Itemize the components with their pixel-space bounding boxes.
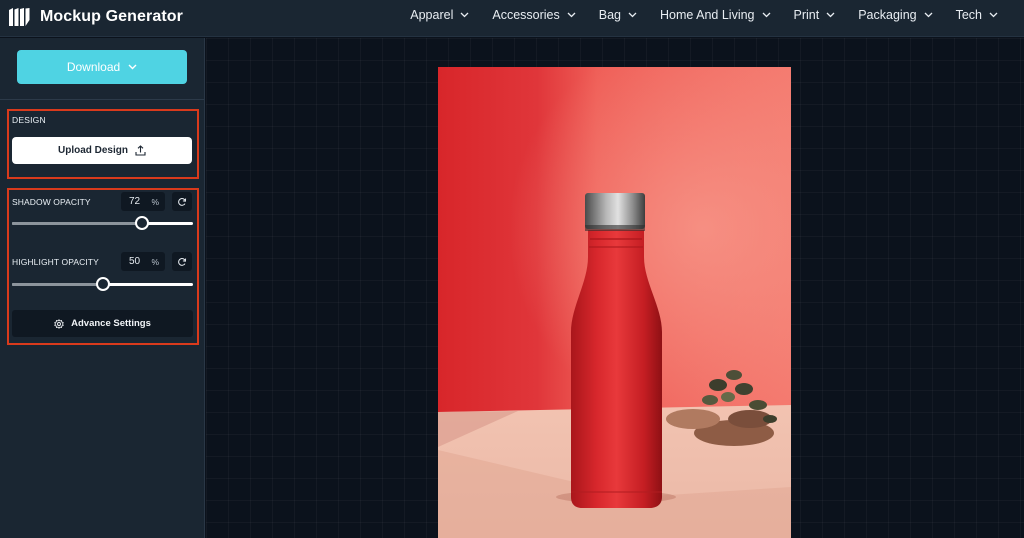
nav-item-label: Bag xyxy=(598,8,621,22)
nav-item-bag[interactable]: Bag xyxy=(599,8,637,22)
highlight-opacity-slider[interactable] xyxy=(12,277,193,291)
highlight-opacity-input[interactable]: 50 % xyxy=(121,252,165,271)
brand[interactable]: Mockup Generator xyxy=(9,6,183,28)
nav-item-print[interactable]: Print xyxy=(794,8,836,22)
design-section-label: DESIGN xyxy=(12,115,46,125)
gear-icon xyxy=(54,318,64,329)
download-label: Download xyxy=(66,60,121,74)
nav-item-label: Tech xyxy=(955,8,982,22)
red-water-bottle-photo xyxy=(438,67,791,538)
opacity-controls-panel: SHADOW OPACITY 72 % HIGHLIGHT OPACITY 50… xyxy=(7,188,199,345)
sidebar: Download DESIGN Upload Design SHADOW OPA… xyxy=(0,38,205,538)
upload-icon xyxy=(135,145,146,156)
shadow-opacity-unit: % xyxy=(151,196,159,207)
refresh-icon xyxy=(178,257,187,266)
app-title: Mockup Generator xyxy=(40,8,183,25)
nav-item-label: Packaging xyxy=(858,8,917,22)
refresh-icon xyxy=(178,197,187,206)
highlight-opacity-unit: % xyxy=(151,256,159,267)
shadow-opacity-input[interactable]: 72 % xyxy=(121,192,165,211)
highlight-reset-button[interactable] xyxy=(172,252,192,271)
highlight-opacity-value: 50 xyxy=(129,256,141,267)
chevron-down-icon xyxy=(460,12,469,18)
chevron-down-icon xyxy=(128,64,137,70)
nav-item-home-and-living[interactable]: Home And Living xyxy=(660,8,771,22)
chevron-down-icon xyxy=(924,12,933,18)
nav-item-label: Apparel xyxy=(410,8,454,22)
nav-item-apparel[interactable]: Apparel xyxy=(410,8,469,22)
slider-fill xyxy=(12,222,143,225)
shadow-reset-button[interactable] xyxy=(172,192,192,211)
slider-thumb[interactable] xyxy=(95,277,110,291)
download-button[interactable]: Download xyxy=(17,50,187,84)
brand-logo-icon xyxy=(9,8,30,26)
upload-design-button[interactable]: Upload Design xyxy=(12,137,192,164)
nav-item-accessories[interactable]: Accessories xyxy=(492,8,576,22)
nav-item-label: Accessories xyxy=(492,8,560,22)
download-section: Download xyxy=(0,38,204,100)
slider-thumb[interactable] xyxy=(135,216,150,230)
nav-item-label: Print xyxy=(793,8,820,22)
slider-fill xyxy=(12,283,103,286)
mockup-preview-image xyxy=(438,67,791,538)
design-panel: DESIGN Upload Design xyxy=(7,109,199,179)
nav-item-tech[interactable]: Tech xyxy=(956,8,998,22)
chevron-down-icon xyxy=(826,12,835,18)
shadow-opacity-label: SHADOW OPACITY xyxy=(12,197,91,207)
highlight-opacity-label: HIGHLIGHT OPACITY xyxy=(12,257,99,267)
chevron-down-icon xyxy=(989,12,998,18)
chevron-down-icon xyxy=(567,12,576,18)
shadow-opacity-slider[interactable] xyxy=(12,216,193,230)
chevron-down-icon xyxy=(762,12,770,18)
advance-settings-label: Advance Settings xyxy=(71,318,151,329)
main-nav: Apparel Accessories Bag Home And Living … xyxy=(410,0,998,30)
advance-settings-button[interactable]: Advance Settings xyxy=(12,310,193,337)
upload-design-label: Upload Design xyxy=(57,145,128,156)
nav-item-label: Home And Living xyxy=(660,8,755,22)
chevron-down-icon xyxy=(628,12,637,18)
shadow-opacity-value: 72 xyxy=(129,196,141,207)
nav-item-packaging[interactable]: Packaging xyxy=(858,8,933,22)
preview-canvas xyxy=(206,38,1024,538)
top-bar: Mockup Generator Apparel Accessories Bag… xyxy=(0,0,1024,37)
